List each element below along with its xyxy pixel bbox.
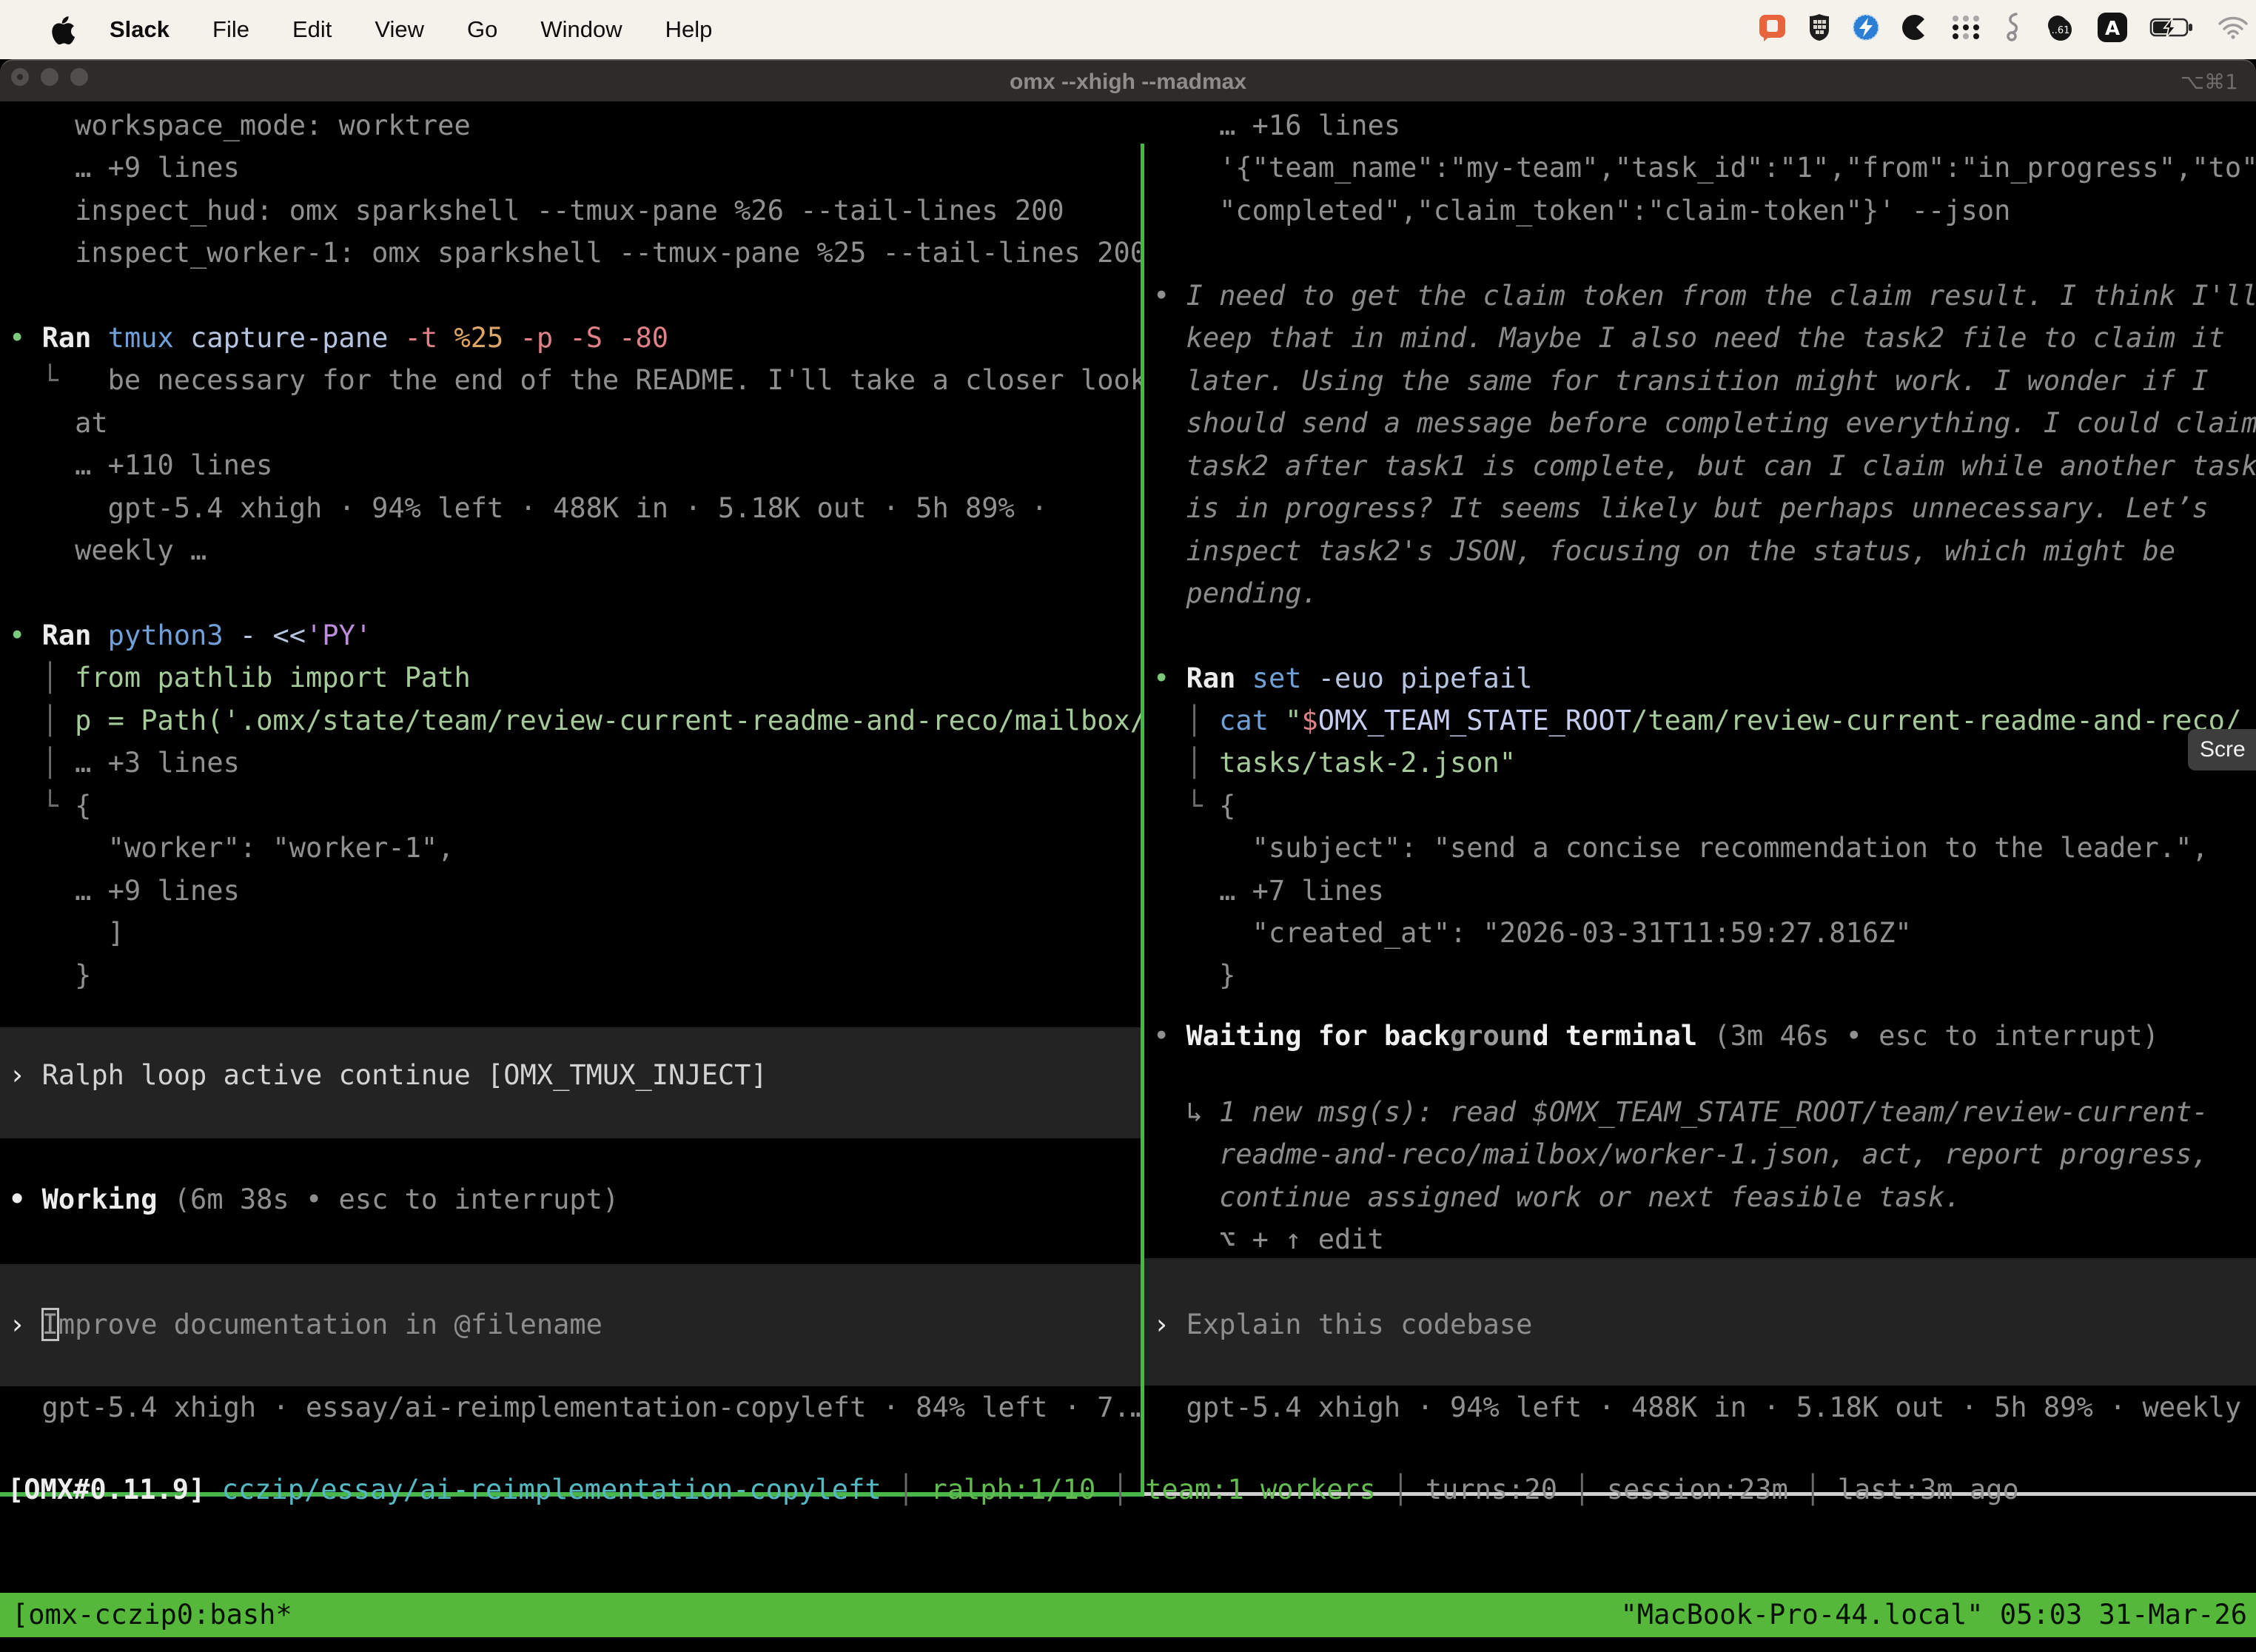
tmux-host-clock: "MacBook-Pro-44.local" 05:03 31-Mar-26 <box>1621 1593 2247 1637</box>
terminal-line: • I need to get the claim token from the… <box>1144 275 2256 318</box>
squiggle-icon[interactable] <box>2003 12 2022 43</box>
menu-item-view[interactable]: View <box>375 16 424 43</box>
terminal-line: is in progress? It seems likely but perh… <box>1144 487 2256 530</box>
terminal-window: omx --xhigh --madmax ⌥⌘1 workspace_mode:… <box>0 59 2256 1652</box>
chat-icon[interactable] <box>1759 13 1787 42</box>
terminal-line: │ from pathlib import Path <box>0 657 1141 699</box>
terminal-line: │ p = Path('.omx/state/team/review-curre… <box>0 699 1141 742</box>
terminal-line: "worker": "worker-1", <box>0 827 1141 870</box>
terminal-line: │ cat "$OMX_TEAM_STATE_ROOT/team/review-… <box>1144 699 2256 742</box>
window-shortcut-badge: ⌥⌘1 <box>2181 61 2238 103</box>
terminal-line: "created_at": "2026-03-31T11:59:27.816Z" <box>1144 912 2256 955</box>
shield-icon[interactable] <box>1807 13 1831 42</box>
terminal-line: inspect_hud: omx sparkshell --tmux-pane … <box>0 189 1141 232</box>
terminal-line: pending. <box>1144 572 2256 615</box>
terminal-line: └ be necessary for the end of the README… <box>0 359 1141 402</box>
wifi-icon[interactable] <box>2218 16 2249 39</box>
omx-status-segment: │ <box>1557 1474 1607 1505</box>
terminal-content: workspace_mode: worktree … +9 lines insp… <box>0 101 2256 1450</box>
omx-status-segment: team:1 workers <box>1145 1474 1376 1505</box>
terminal-line: • Ran set -euo pipefail <box>1144 657 2256 700</box>
tmux-status-bar: [omx-cczip0:bash* "MacBook-Pro-44.local"… <box>0 1593 2256 1637</box>
terminal-line: │ … +3 lines <box>0 742 1141 785</box>
input-placeholder-line: › Explain this codebase <box>1144 1303 2256 1346</box>
tmux-pane-hud[interactable]: workspace_mode: worktree … +9 lines insp… <box>0 101 1141 1450</box>
terminal-line: └ { <box>1144 785 2256 827</box>
terminal-line: } <box>0 954 1141 997</box>
tmux-pane-worker[interactable]: … +16 lines '{"team_name":"my-team","tas… <box>1144 101 2256 1450</box>
omx-status-segment: last:3m ago <box>1838 1474 2019 1505</box>
terminal-line: should send a message before completing … <box>1144 402 2256 445</box>
terminal-line: weekly … <box>0 529 1141 572</box>
omx-status-segment: session:23m <box>1607 1474 1788 1505</box>
omx-status-segment: turns:20 <box>1426 1474 1557 1505</box>
macos-menu-bar: Slack File Edit View Go Window Help ..61 A <box>0 0 2256 59</box>
terminal-line: gpt-5.4 xhigh · 94% left · 488K in · 5.1… <box>0 487 1141 530</box>
menu-status-icons: ..61 A <box>1759 0 2249 55</box>
terminal-line: at <box>0 402 1141 445</box>
menu-item-edit[interactable]: Edit <box>292 16 332 43</box>
terminal-line: inspect_worker-1: omx sparkshell --tmux-… <box>0 232 1141 275</box>
terminal-line: "completed","claim_token":"claim-token"}… <box>1144 189 2256 232</box>
pane-separator[interactable] <box>1141 144 1144 1492</box>
terminal-line: └ { <box>0 785 1141 827</box>
input-placeholder-line: › Improve documentation in @filename <box>0 1303 1141 1346</box>
omx-status-segment: [OMX#0.11.9] <box>7 1474 222 1505</box>
terminal-line: • Ran tmux capture-pane -t %25 -p -S -80 <box>0 317 1141 360</box>
terminal-line: ↳ 1 new msg(s): read $OMX_TEAM_STATE_ROO… <box>1144 1091 2256 1134</box>
menu-item-help[interactable]: Help <box>665 16 713 43</box>
omx-status-segment: cczip/essay/ai-reimplementation-copyleft <box>222 1474 882 1505</box>
edit-hint-line: ⌥ + ↑ edit <box>1144 1218 2256 1261</box>
terminal-line: … +9 lines <box>0 147 1141 189</box>
omx-status-segment: │ <box>882 1474 931 1505</box>
terminal-line: • Ran python3 - <<'PY' <box>0 614 1141 657</box>
model-status-line: gpt-5.4 xhigh · essay/ai-reimplementatio… <box>0 1386 1141 1429</box>
waiting-status-line: • Waiting for background terminal (3m 46… <box>1144 1015 2256 1058</box>
menu-items: Slack File Edit View Go Window Help <box>78 16 712 43</box>
omx-status-segment: │ <box>1788 1474 1838 1505</box>
omx-status-bar: [OMX#0.11.9] cczip/essay/ai-reimplementa… <box>0 1468 2256 1511</box>
screen-tooltip: Scre <box>2188 729 2256 770</box>
queued-message-line: › Ralph loop active continue [OMX_TMUX_I… <box>0 1054 1141 1097</box>
terminal-line: keep that in mind. Maybe I also need the… <box>1144 317 2256 360</box>
terminal-line: … +9 lines <box>0 870 1141 913</box>
terminal-line: '{"team_name":"my-team","task_id":"1","f… <box>1144 147 2256 189</box>
terminal-line: … +7 lines <box>1144 870 2256 913</box>
dots-grid-icon[interactable] <box>1950 13 1982 42</box>
a-app-icon[interactable]: A <box>2096 11 2129 44</box>
terminal-line: task2 after task1 is complete, but can I… <box>1144 445 2256 488</box>
terminal-line: continue assigned work or next feasible … <box>1144 1176 2256 1219</box>
working-status-line: • Working (6m 38s • esc to interrupt) <box>0 1178 1141 1221</box>
battery-icon[interactable] <box>2149 15 2197 40</box>
omx-status-segment: ralph:1/10 <box>930 1474 1095 1505</box>
window-title: omx --xhigh --madmax <box>0 61 2256 103</box>
model-status-line: gpt-5.4 xhigh · 94% left · 488K in · 5.1… <box>1144 1386 2256 1429</box>
terminal-line: later. Using the same for transition mig… <box>1144 360 2256 403</box>
menu-item-window[interactable]: Window <box>540 16 622 43</box>
terminal-line: │ tasks/task-2.json" <box>1144 742 2256 785</box>
arc-icon[interactable] <box>1901 13 1929 41</box>
badge-61-icon[interactable]: ..61 <box>2043 13 2075 42</box>
terminal-line: inspect task2's JSON, focusing on the st… <box>1144 530 2256 573</box>
svg-text:..61: ..61 <box>2052 25 2070 36</box>
terminal-line: } <box>1144 954 2256 997</box>
svg-text:A: A <box>2105 18 2120 40</box>
window-titlebar[interactable]: omx --xhigh --madmax ⌥⌘1 <box>0 59 2256 103</box>
omx-status-segment: │ <box>1376 1474 1426 1505</box>
terminal-line: … +16 lines <box>1144 104 2256 147</box>
omx-status-segment: │ <box>1095 1474 1145 1505</box>
bolt-badge-icon[interactable] <box>1852 13 1880 41</box>
menu-item-go[interactable]: Go <box>467 16 497 43</box>
terminal-line: "subject": "send a concise recommendatio… <box>1144 827 2256 870</box>
menu-item-slack[interactable]: Slack <box>110 16 169 43</box>
tmux-session-label: [omx-cczip0:bash* <box>12 1593 292 1637</box>
apple-menu-icon[interactable] <box>49 15 78 44</box>
terminal-line: workspace_mode: worktree <box>0 104 1141 147</box>
menu-item-file[interactable]: File <box>212 16 249 43</box>
terminal-line: ] <box>0 912 1141 955</box>
terminal-line: readme-and-reco/mailbox/worker-1.json, a… <box>1144 1133 2256 1176</box>
terminal-line: … +110 lines <box>0 444 1141 487</box>
